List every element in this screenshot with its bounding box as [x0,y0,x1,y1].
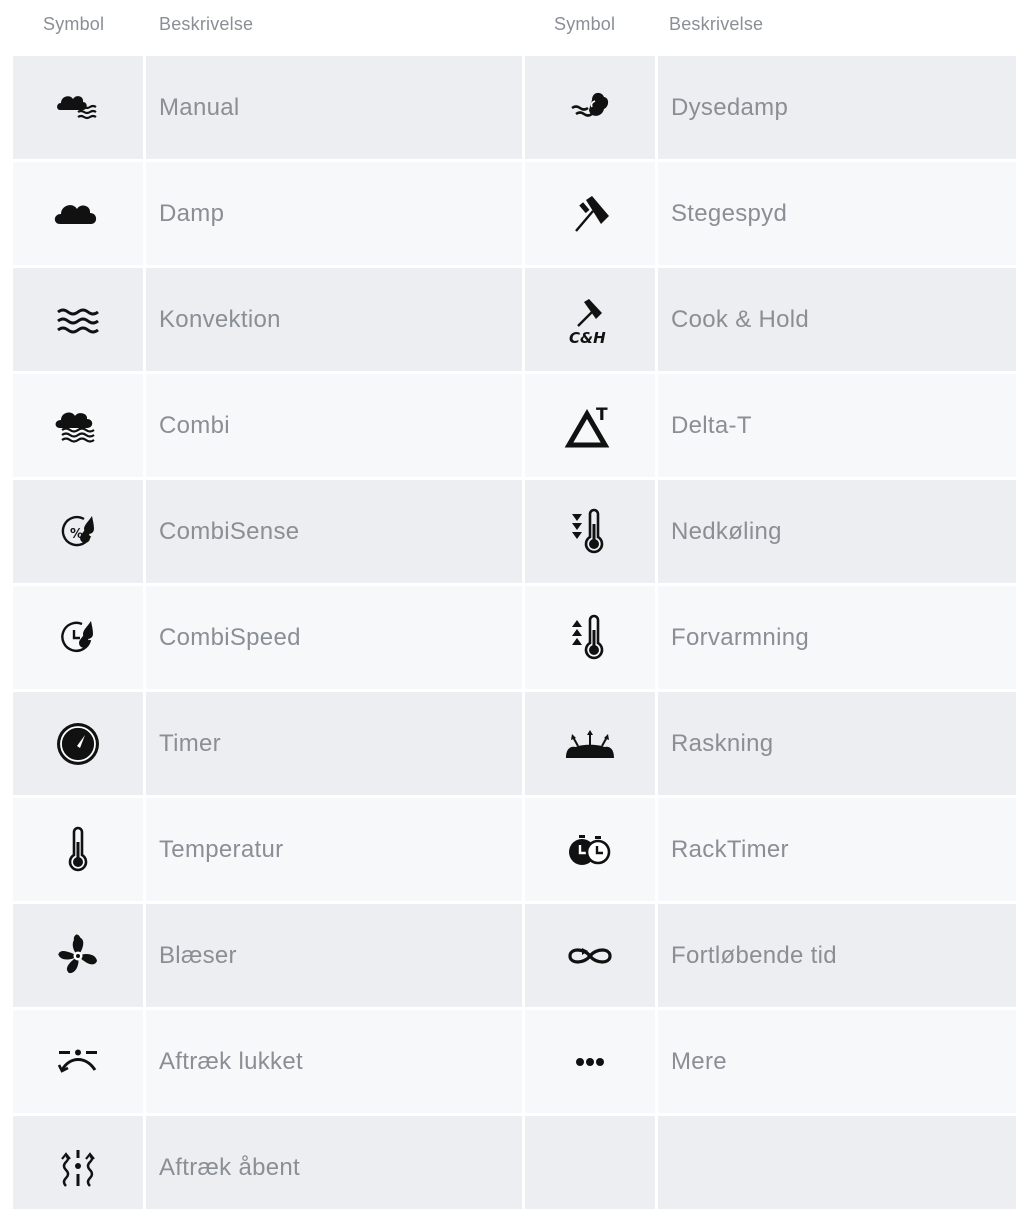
description-label: Aftræk åbent [159,1153,301,1181]
preheat-icon [562,610,618,666]
description-label: Timer [159,729,221,757]
symbol-table-page: Symbol Beskrivelse Symbol Beskrivelse Ma… [0,0,1016,1209]
description-label: CombiSense [159,517,300,545]
svg-text:T: T [596,405,608,425]
description-label: Temperatur [159,835,284,863]
vent-closed-icon [50,1034,106,1090]
symbol-cell [13,692,143,795]
symbol-cell [13,1010,143,1113]
symbol-cell [525,798,655,901]
description-cell: Temperatur [146,798,522,901]
proofing-icon [562,716,618,772]
description-cell: Delta-T [658,374,1016,477]
symbol-cell [13,56,143,159]
description-cell: Blæser [146,904,522,1007]
nozzle-steam-icon [562,80,618,136]
symbol-cell [525,162,655,265]
symbol-cell [13,904,143,1007]
delta-t-icon: T [562,398,618,454]
description-cell: Damp [146,162,522,265]
description-label: Nedkøling [671,517,782,545]
description-cell: Manual [146,56,522,159]
cook-hold-icon: C&H [562,292,618,348]
description-cell: Dysedamp [658,56,1016,159]
description-label: Konvektion [159,305,281,333]
description-cell: CombiSpeed [146,586,522,689]
header-symbol-left: Symbol [43,14,105,34]
manual-icon [50,80,106,136]
symbol-cell [525,692,655,795]
description-cell: Raskning [658,692,1016,795]
description-label: Delta-T [671,411,752,439]
symbol-cell [13,586,143,689]
description-cell: Aftræk lukket [146,1010,522,1113]
description-cell: Fortløbende tid [658,904,1016,1007]
symbol-cell [13,798,143,901]
description-label: Cook & Hold [671,305,810,333]
cool-down-icon [562,504,618,560]
symbol-cell: T [525,374,655,477]
symbol-cell [525,1010,655,1113]
combi-icon [50,398,106,454]
description-label: Blæser [159,941,237,969]
description-cell: Forvarmning [658,586,1016,689]
racktimer-icon [562,822,618,878]
description-cell: Timer [146,692,522,795]
description-label: Manual [159,93,240,121]
spit-icon [562,186,618,242]
combispeed-icon [50,610,106,666]
header-symbol-right: Symbol [554,14,616,34]
fan-icon [50,928,106,984]
description-cell: RackTimer [658,798,1016,901]
svg-text:C&H: C&H [569,329,606,347]
symbol-cell [525,904,655,1007]
symbol-cell [525,56,655,159]
description-label: Stegespyd [671,199,788,227]
thermometer-icon [50,822,106,878]
description-label: Aftræk lukket [159,1047,303,1075]
timer-icon [50,716,106,772]
convection-icon [50,292,106,348]
description-cell: Nedkøling [658,480,1016,583]
symbol-cell [13,374,143,477]
description-cell: Aftræk åbent [146,1116,522,1209]
symbol-cell [525,1116,655,1209]
combisense-icon: % [50,504,106,560]
description-cell: Stegespyd [658,162,1016,265]
description-label: Dysedamp [671,93,789,121]
symbol-cell [525,586,655,689]
description-label: Combi [159,411,230,439]
description-cell: Mere [658,1010,1016,1113]
symbol-cell [13,1116,143,1209]
header-description-left: Beskrivelse [159,14,254,34]
symbol-grid: Manual Dysedamp Damp Stegespyd Konvektion C&H… [13,56,1016,1209]
continuous-time-icon [562,928,618,984]
description-cell: CombiSense [146,480,522,583]
description-cell: Konvektion [146,268,522,371]
symbol-cell [13,268,143,371]
symbol-cell [525,480,655,583]
symbol-cell: % [13,480,143,583]
header-description-right: Beskrivelse [669,14,764,34]
description-label: Fortløbende tid [671,941,837,969]
description-label: RackTimer [671,835,789,863]
description-label: Mere [671,1047,727,1075]
description-label: Raskning [671,729,774,757]
description-cell: Combi [146,374,522,477]
description-label: Forvarmning [671,623,810,651]
description-label: CombiSpeed [159,623,301,651]
description-label: Damp [159,199,225,227]
description-cell [658,1116,1016,1209]
steam-cloud-icon [50,186,106,242]
vent-open-icon [50,1140,106,1196]
symbol-cell: C&H [525,268,655,371]
symbol-cell [13,162,143,265]
description-cell: Cook & Hold [658,268,1016,371]
more-icon [562,1034,618,1090]
